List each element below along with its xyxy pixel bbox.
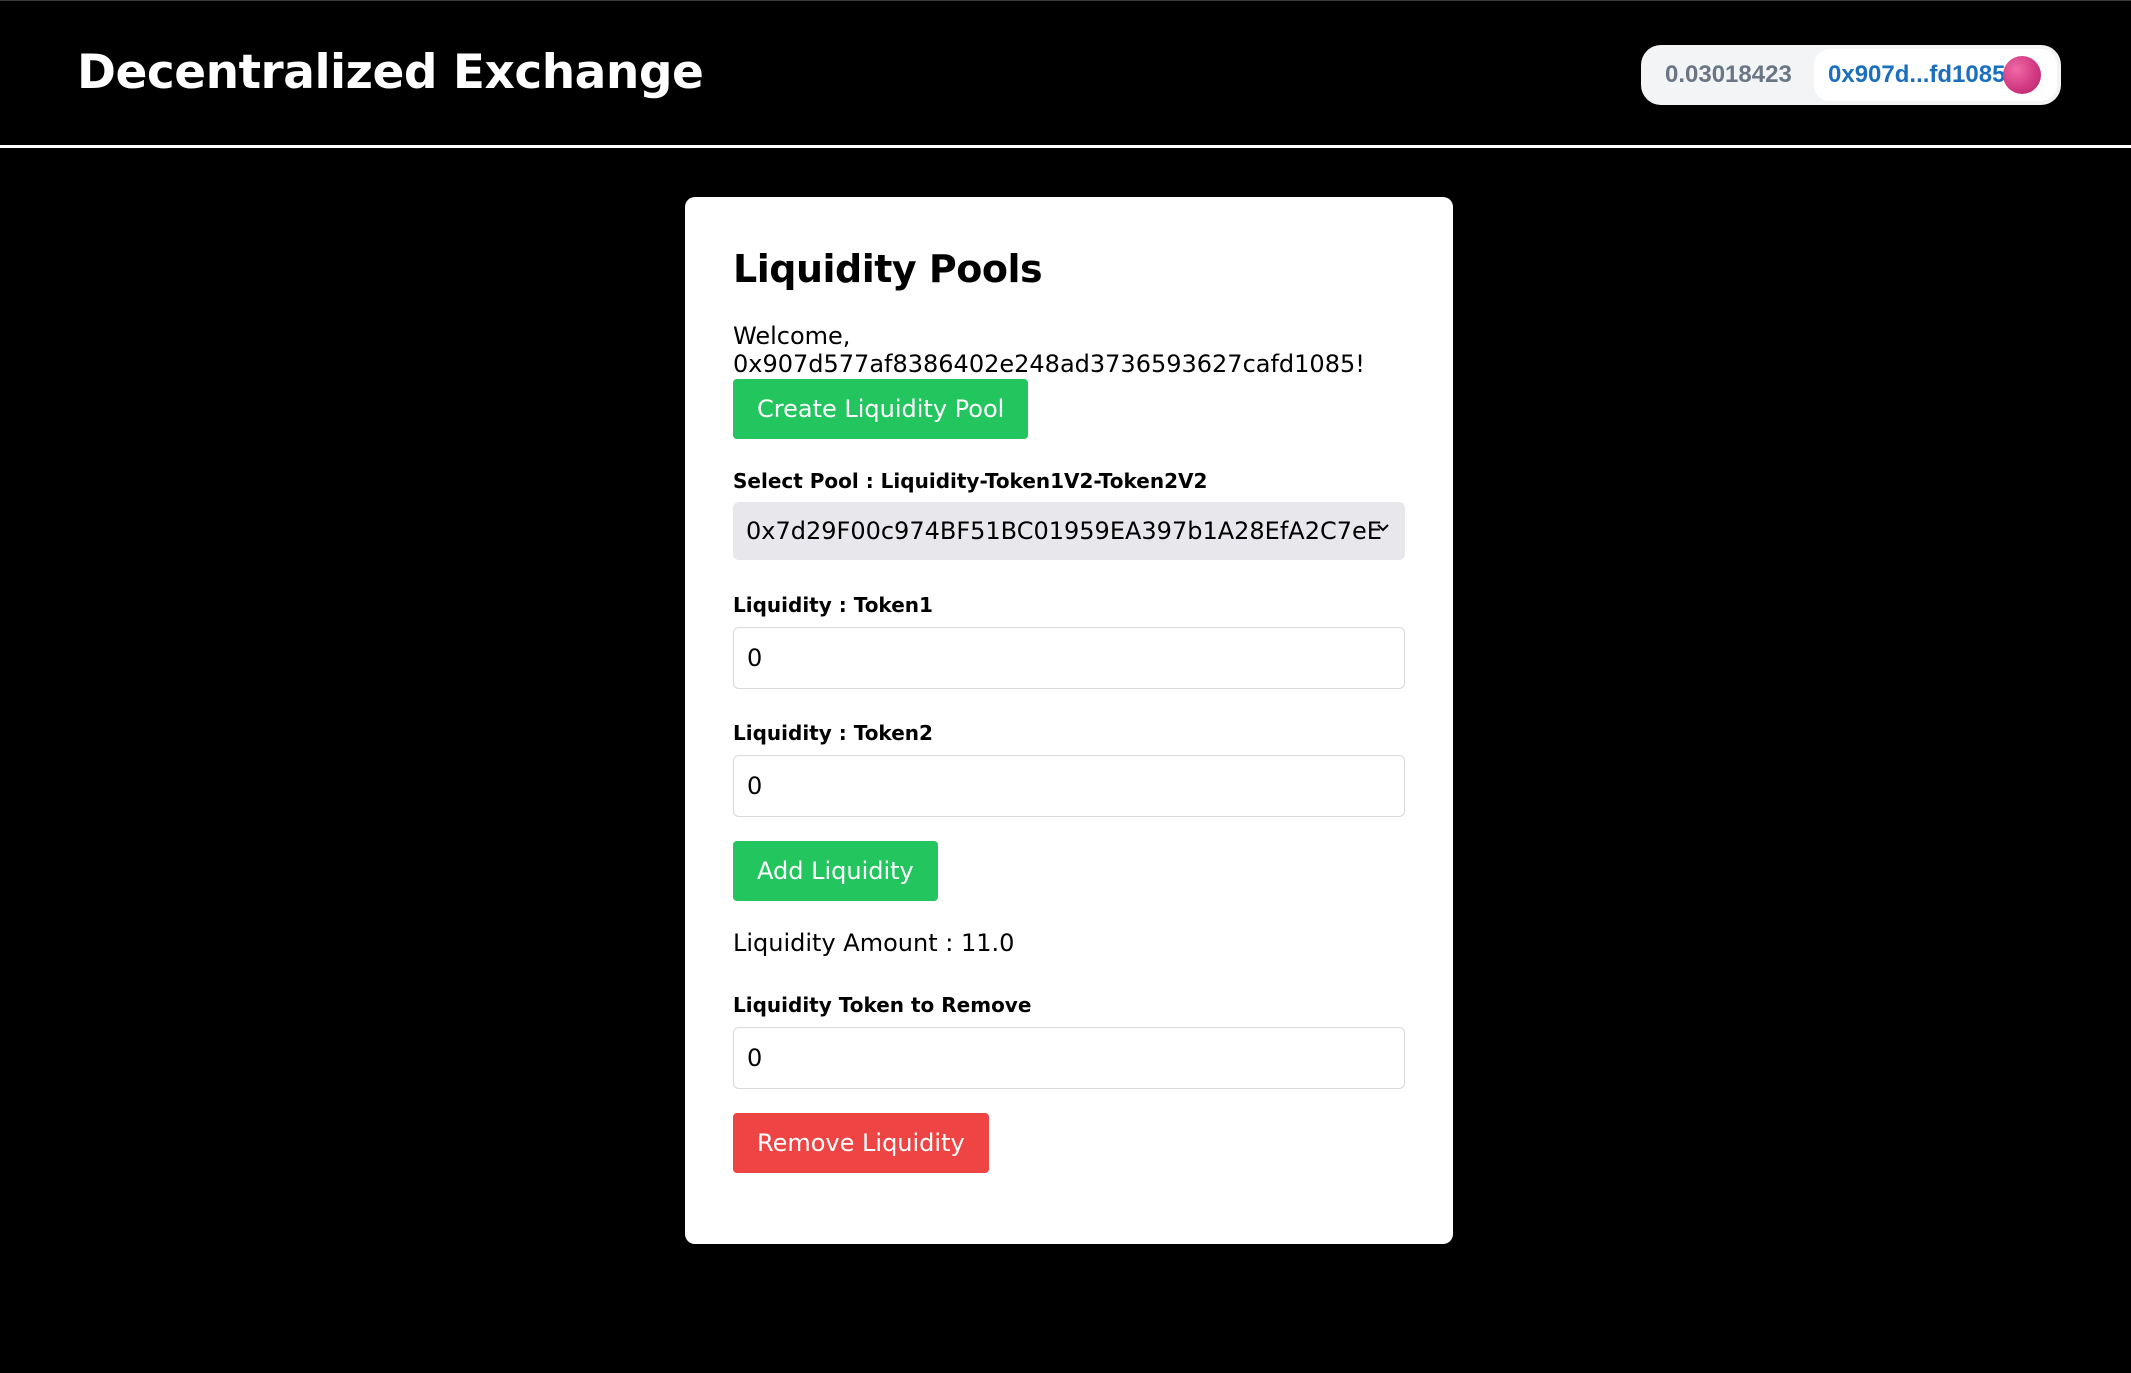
remove-token-input-value: 0: [747, 1044, 763, 1072]
remove-token-label: Liquidity Token to Remove: [733, 993, 1032, 1017]
token1-input-value: 0: [747, 644, 763, 672]
token1-input[interactable]: 0: [733, 627, 1405, 689]
wallet-account[interactable]: 0x907d...fd1085: [1814, 49, 2057, 101]
pool-select-value: 0x7d29F00c974BF51BC01959EA397b1A28EfA2C7…: [746, 517, 1382, 545]
liquidity-amount: Liquidity Amount : 11.0: [733, 929, 1015, 957]
page-title: Liquidity Pools: [733, 247, 1043, 291]
add-liquidity-button[interactable]: Add Liquidity: [733, 841, 938, 901]
pool-select[interactable]: 0x7d29F00c974BF51BC01959EA397b1A28EfA2C7…: [733, 502, 1405, 560]
app-title: Decentralized Exchange: [77, 45, 704, 100]
remove-liquidity-button[interactable]: Remove Liquidity: [733, 1113, 989, 1173]
wallet-connect-button[interactable]: 0.03018423 0x907d...fd1085: [1641, 45, 2061, 105]
remove-token-input[interactable]: 0: [733, 1027, 1405, 1089]
token2-input-value: 0: [747, 772, 763, 800]
chevron-down-icon: [1377, 524, 1389, 532]
create-liquidity-pool-button[interactable]: Create Liquidity Pool: [733, 379, 1029, 439]
wallet-address: 0x907d...fd1085: [1828, 61, 2006, 88]
app-header: Decentralized Exchange 0.03018423 0x907d…: [0, 0, 2131, 148]
select-pool-label: Select Pool : Liquidity-Token1V2-Token2V…: [733, 469, 1208, 493]
token2-label: Liquidity : Token2: [733, 721, 933, 745]
liquidity-pools-card: Liquidity Pools Welcome, 0x907d577af8386…: [685, 197, 1453, 1244]
avatar: [2003, 56, 2041, 94]
wallet-balance: 0.03018423: [1665, 61, 1792, 88]
token1-label: Liquidity : Token1: [733, 593, 933, 617]
token2-input[interactable]: 0: [733, 755, 1405, 817]
welcome-message: Welcome, 0x907d577af8386402e248ad3736593…: [733, 322, 1365, 378]
